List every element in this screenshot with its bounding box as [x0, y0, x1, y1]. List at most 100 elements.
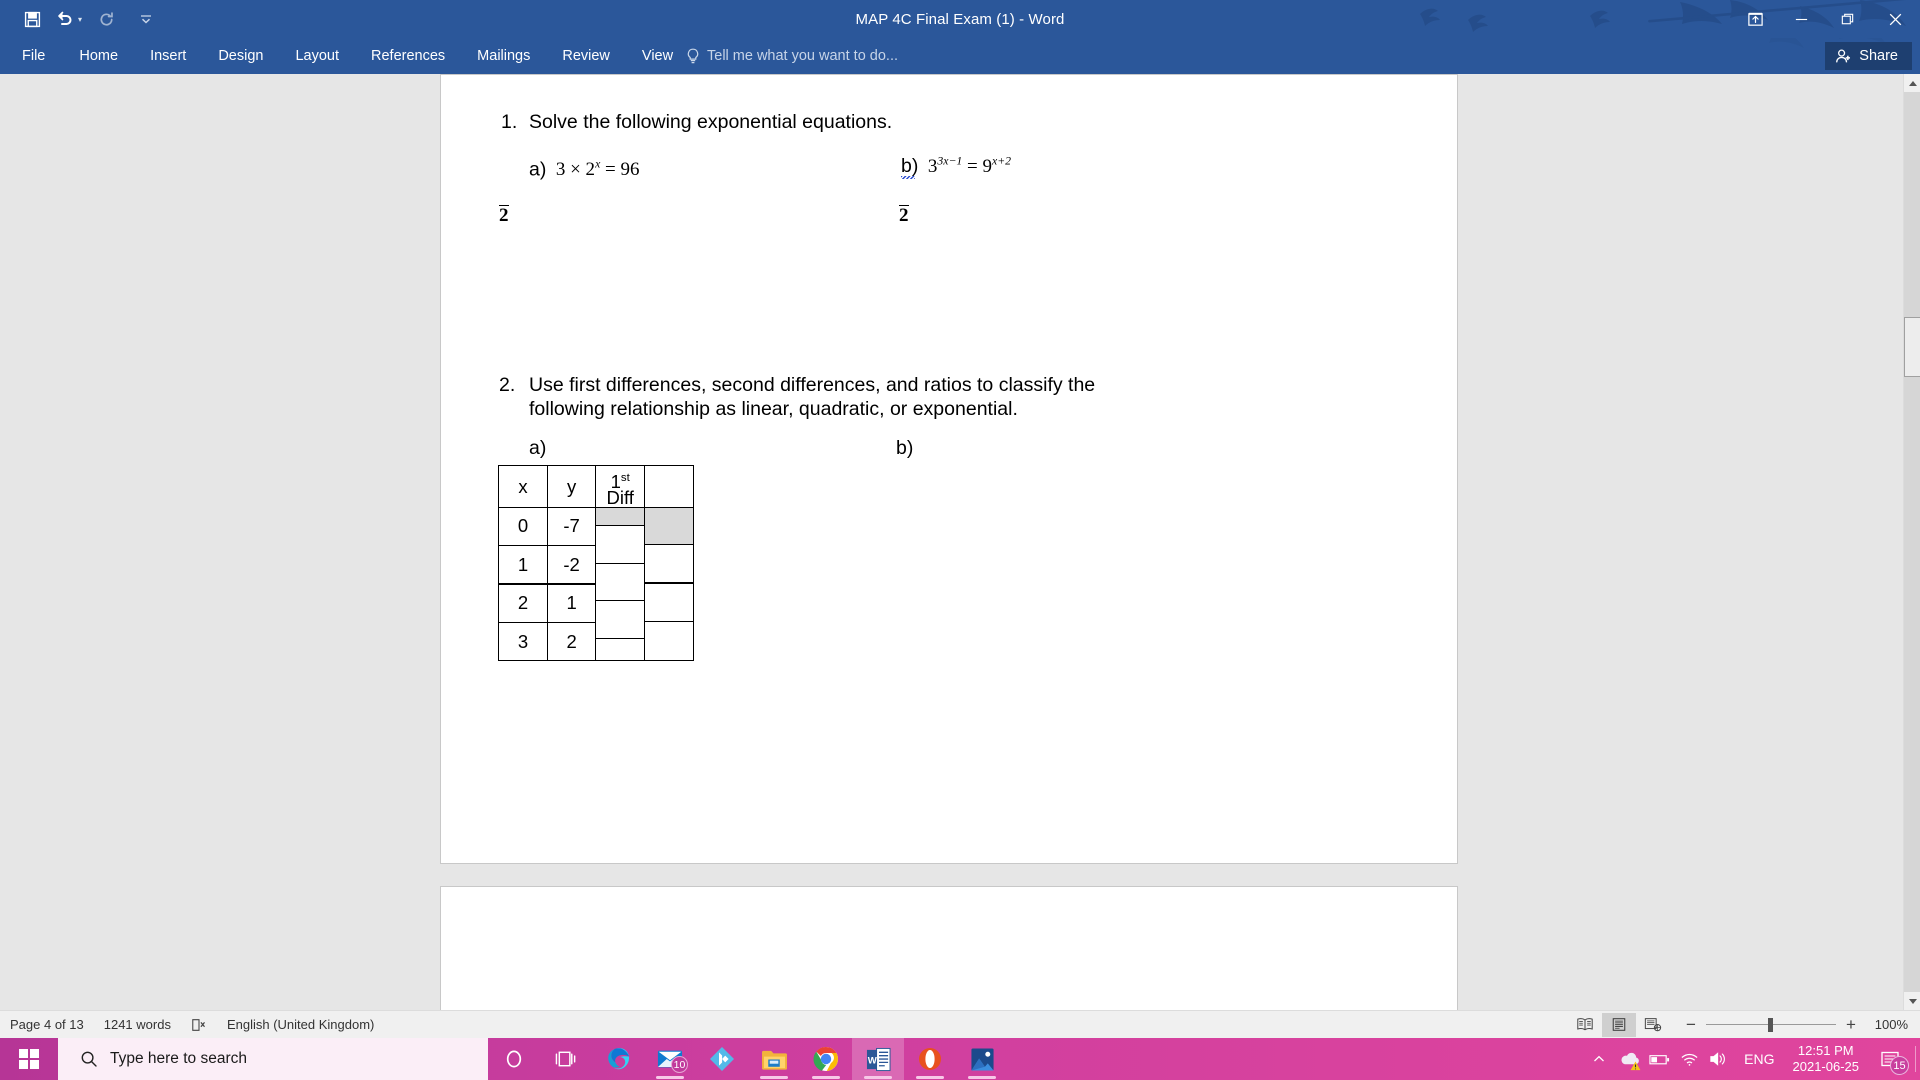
show-desktop-button[interactable] — [1915, 1046, 1916, 1072]
notifications-icon[interactable]: 15 — [1867, 1038, 1913, 1080]
tab-mailings[interactable]: Mailings — [461, 38, 546, 74]
window-controls[interactable] — [1732, 0, 1920, 38]
restore-icon[interactable] — [1824, 0, 1870, 38]
cell-y-2: 1 — [566, 592, 577, 614]
person-add-icon — [1836, 49, 1851, 62]
answer-mark-a: 2 — [499, 205, 509, 227]
taskbar-search[interactable]: Type here to search — [58, 1038, 488, 1080]
proofing-errors-icon[interactable] — [191, 1018, 207, 1032]
minimize-icon[interactable] — [1778, 0, 1824, 38]
opera-gx-icon[interactable] — [904, 1038, 956, 1080]
tab-view[interactable]: View — [626, 38, 689, 74]
clock-date: 2021-06-25 — [1792, 1059, 1860, 1074]
cell-ratio-2 — [643, 582, 694, 622]
redo-icon[interactable] — [92, 5, 120, 33]
question-2: 2. Use first differences, second differe… — [499, 373, 1119, 421]
tab-layout[interactable]: Layout — [279, 38, 355, 74]
question-2-part-b-label: b) — [896, 437, 914, 459]
cell-first-diff-0 — [595, 506, 646, 527]
system-tray: ENG 12:51 PM 2021-06-25 15 — [1584, 1038, 1920, 1080]
cell-first-diff-4 — [595, 638, 646, 661]
zoom-level[interactable]: 100% — [1866, 1017, 1908, 1032]
table-row: 2 — [546, 622, 597, 662]
wifi-icon[interactable] — [1674, 1038, 1704, 1080]
table-header-x: x — [498, 465, 548, 508]
tell-me-search[interactable]: Tell me what you want to do... — [686, 38, 898, 74]
cell-y-0: -7 — [563, 515, 580, 537]
cell-x-1: 1 — [517, 553, 529, 575]
document-work-area: 1. Solve the following exponential equat… — [0, 74, 1920, 1076]
clock-time: 12:51 PM — [1797, 1043, 1854, 1058]
save-icon[interactable] — [18, 5, 46, 33]
mail-icon[interactable]: 10 — [644, 1038, 696, 1080]
undo-dropdown-icon[interactable]: ▾ — [78, 15, 88, 24]
undo-icon[interactable] — [50, 5, 78, 33]
kodi-icon[interactable] — [696, 1038, 748, 1080]
taskbar-search-placeholder: Type here to search — [110, 1050, 247, 1067]
page-indicator[interactable]: Page 4 of 13 — [10, 1017, 84, 1032]
clock[interactable]: 12:51 PM 2021-06-25 — [1785, 1043, 1868, 1075]
scrollbar-track[interactable] — [1904, 92, 1920, 992]
word-count[interactable]: 1241 words — [104, 1017, 171, 1032]
question-1-part-a: a) 3 × 2x = 96 — [529, 158, 640, 181]
cell-x-0: 0 — [517, 515, 529, 537]
microsoft-word-icon[interactable]: W — [852, 1038, 904, 1080]
header-ordinal-suffix: st — [620, 472, 630, 485]
table-row: -7 — [546, 506, 597, 546]
share-button[interactable]: Share — [1825, 42, 1912, 70]
quick-access-toolbar[interactable]: ▾ — [18, 0, 160, 38]
cell-ratio-0 — [643, 506, 694, 546]
tab-file[interactable]: File — [0, 38, 63, 74]
ribbon-tabs[interactable]: File Home Insert Design Layout Reference… — [0, 38, 689, 74]
vertical-scrollbar[interactable] — [1903, 74, 1920, 1010]
cortana-icon[interactable] — [488, 1038, 540, 1080]
tab-design[interactable]: Design — [202, 38, 279, 74]
scroll-up-icon[interactable] — [1904, 74, 1920, 92]
cell-first-diff-3 — [595, 600, 646, 640]
tab-insert[interactable]: Insert — [134, 38, 202, 74]
google-chrome-icon[interactable] — [800, 1038, 852, 1080]
table-row: 3 — [498, 622, 548, 662]
search-icon — [81, 1051, 97, 1067]
close-icon[interactable] — [1870, 0, 1920, 38]
task-view-icon[interactable] — [540, 1038, 592, 1080]
microsoft-edge-icon[interactable] — [592, 1038, 644, 1080]
keyboard-language[interactable]: ENG — [1734, 1051, 1784, 1067]
zoom-control[interactable]: − + 100% — [1684, 1015, 1908, 1035]
onedrive-warning-icon[interactable] — [1614, 1038, 1644, 1080]
question-1-part-b: b) 33x−1 = 9x+2 — [901, 155, 1011, 178]
windows-start-icon[interactable] — [0, 1038, 58, 1080]
answer-mark-b-value: 2 — [899, 205, 909, 226]
zoom-in-button[interactable]: + — [1844, 1015, 1858, 1035]
view-print-layout-icon[interactable] — [1602, 1012, 1636, 1037]
view-read-mode-icon[interactable] — [1568, 1013, 1602, 1037]
tab-review[interactable]: Review — [546, 38, 626, 74]
view-web-layout-icon[interactable] — [1636, 1013, 1670, 1037]
battery-icon[interactable] — [1644, 1038, 1674, 1080]
tab-home[interactable]: Home — [63, 38, 134, 74]
cell-ratio-1 — [643, 544, 694, 584]
chevron-up-icon[interactable] — [1584, 1038, 1614, 1080]
zoom-slider-thumb[interactable] — [1768, 1017, 1773, 1032]
zoom-out-button[interactable]: − — [1684, 1015, 1698, 1035]
ribbon-display-options-icon[interactable] — [1732, 0, 1778, 38]
tab-references[interactable]: References — [355, 38, 461, 74]
status-bar: Page 4 of 13 1241 words English (United … — [0, 1010, 1920, 1038]
lightbulb-icon — [687, 48, 699, 63]
language-indicator[interactable]: English (United Kingdom) — [227, 1017, 374, 1032]
answer-mark-a-value: 2 — [499, 205, 509, 226]
photos-icon[interactable] — [956, 1038, 1008, 1080]
scrollbar-thumb[interactable] — [1904, 317, 1920, 377]
cell-y-3: 2 — [566, 630, 577, 652]
table-row: 1 — [546, 583, 597, 623]
cell-x-2: 2 — [517, 592, 529, 614]
question-2-part-a-label: a) — [529, 437, 547, 459]
part-b-label: b) — [901, 155, 919, 178]
customize-qat-icon[interactable] — [132, 5, 160, 33]
zoom-slider[interactable] — [1706, 1017, 1836, 1032]
scroll-down-icon[interactable] — [1904, 992, 1920, 1010]
question-2-number: 2. — [499, 374, 516, 396]
title-bar: ▾ MAP 4C Final Exam (1) - Word — [0, 0, 1920, 38]
file-explorer-icon[interactable] — [748, 1038, 800, 1080]
volume-icon[interactable] — [1704, 1038, 1734, 1080]
